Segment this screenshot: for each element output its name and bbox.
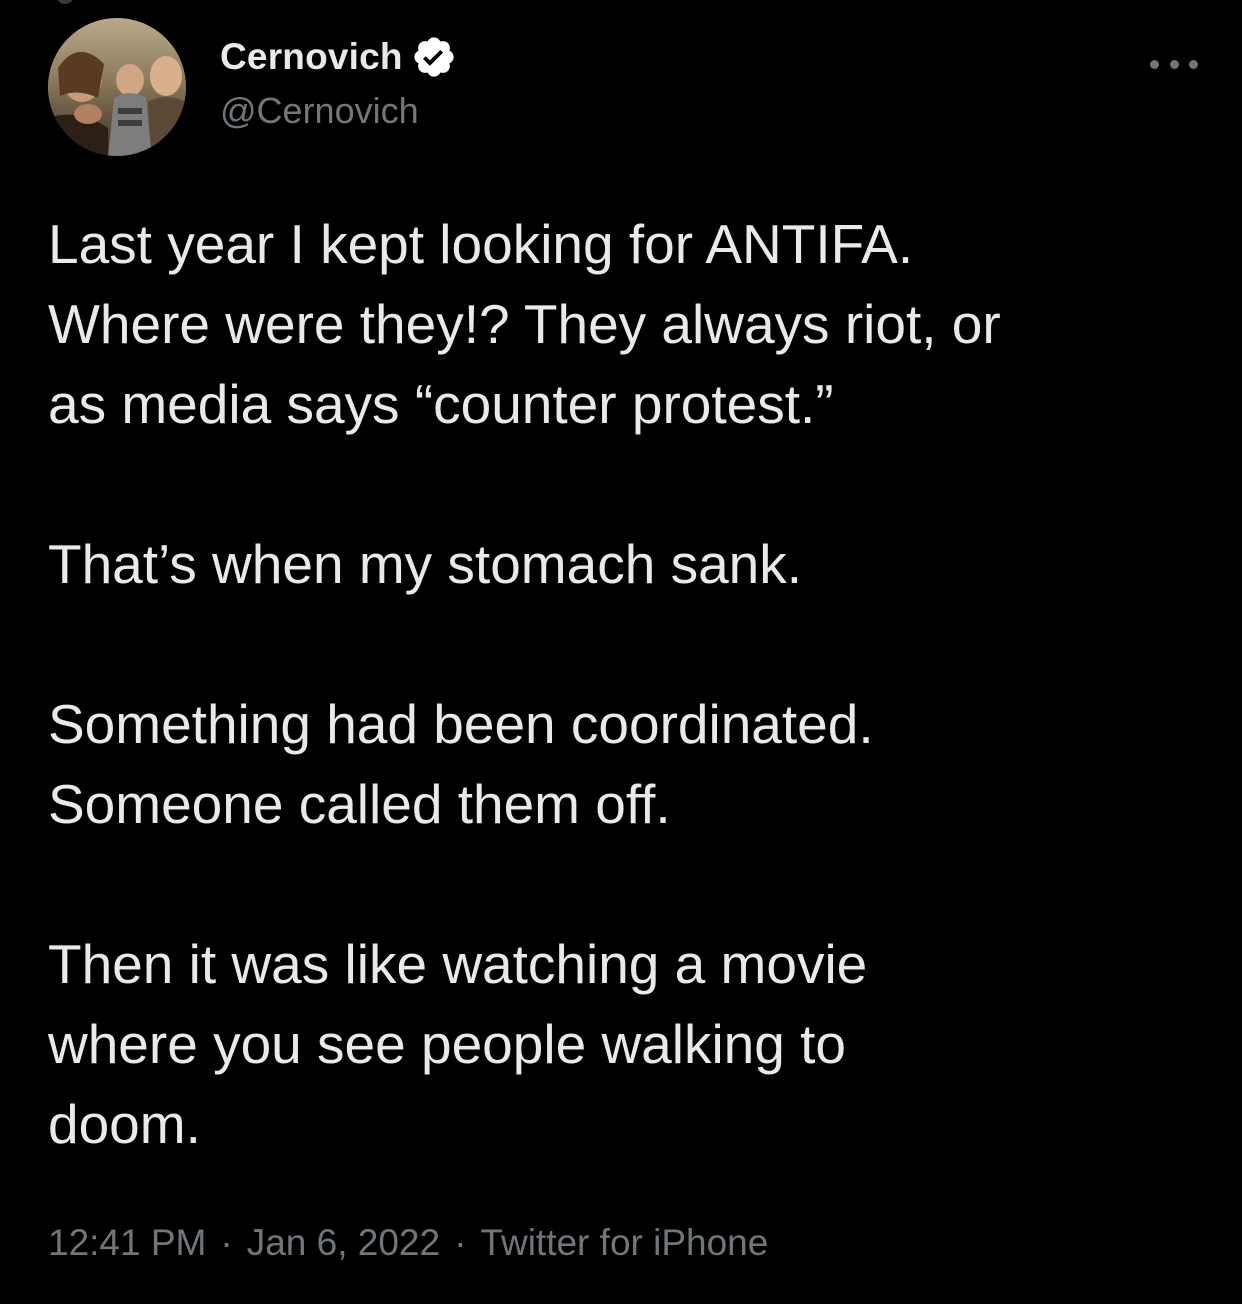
tweet-source[interactable]: Twitter for iPhone <box>480 1222 768 1263</box>
more-horizontal-icon[interactable] <box>1150 56 1198 72</box>
previous-tweet-thread-line <box>56 0 74 4</box>
meta-separator: · <box>454 1222 467 1263</box>
verified-badge-icon <box>411 34 457 80</box>
avatar[interactable] <box>48 18 186 156</box>
tweet-header: Cernovich @Cernovich <box>48 18 1198 158</box>
tweet-body: Last year I kept looking for ANTIFA. Whe… <box>48 204 1208 1164</box>
tweet-metadata: 12:41 PM · Jan 6, 2022 · Twitter for iPhone <box>48 1222 768 1264</box>
tweet-paragraph: Last year I kept looking for ANTIFA. Whe… <box>48 213 1001 435</box>
tweet-paragraph: That’s when my stomach sank. <box>48 533 803 595</box>
tweet-paragraph: Something had been coordinated. Someone … <box>48 693 874 835</box>
author-name-row: Cernovich <box>220 32 457 82</box>
meta-separator: · <box>220 1222 233 1263</box>
author-display-name[interactable]: Cernovich <box>220 36 403 78</box>
tweet-time[interactable]: 12:41 PM <box>48 1222 206 1263</box>
tweet-date[interactable]: Jan 6, 2022 <box>247 1222 440 1263</box>
tweet-paragraph: Then it was like watching a movie where … <box>48 933 868 1155</box>
avatar-photo <box>48 18 186 156</box>
author-handle[interactable]: @Cernovich <box>220 90 419 132</box>
